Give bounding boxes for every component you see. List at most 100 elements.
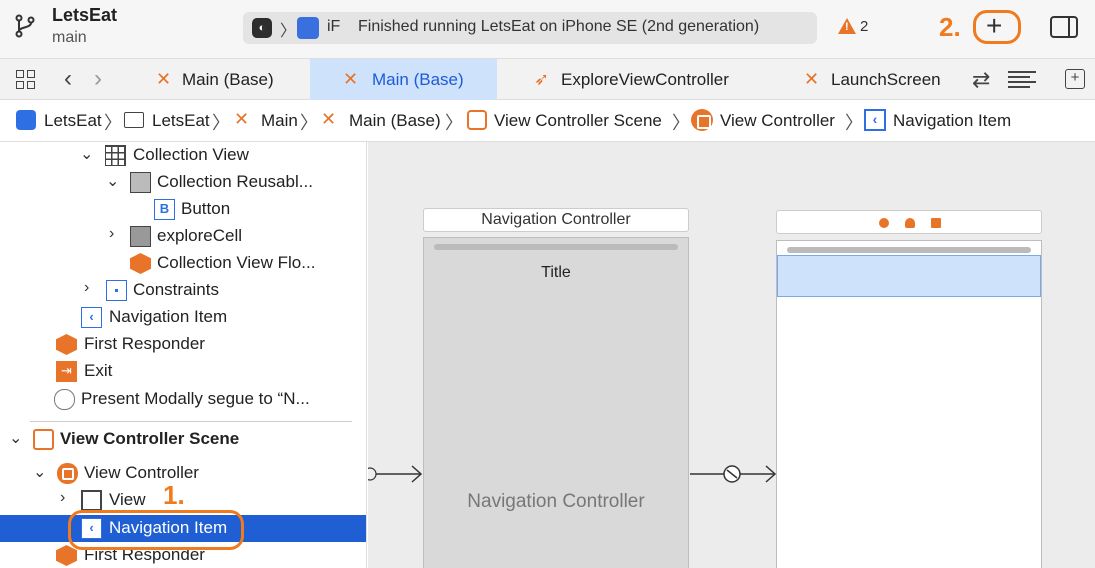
editor-tab-bar: ‹ › ✕ Main (Base) ✕ Main (Base) ➶ Explor… xyxy=(0,58,1095,100)
chevron-right-icon: 〉 xyxy=(445,113,463,133)
scene-icon xyxy=(467,110,487,130)
warnings-indicator[interactable]: ! 2 xyxy=(838,17,878,39)
scene-header-view-controller[interactable] xyxy=(776,210,1042,234)
tab-main-base-2[interactable]: ✕ Main (Base) xyxy=(310,59,497,100)
entry-point-arrow-icon xyxy=(368,465,423,483)
storyboard-icon: ✕ xyxy=(234,109,250,129)
jump-bar: LetsEat 〉 LetsEat 〉 ✕ Main 〉 ✕ Main (Bas… xyxy=(0,100,1095,142)
toolbar: LetsEat main ◐ 〉 iF Finished running Let… xyxy=(0,0,1095,58)
chevron-right-icon: 〉 xyxy=(300,113,318,133)
view-controller-icon[interactable] xyxy=(879,218,889,228)
app-icon[interactable] xyxy=(297,17,319,39)
nav-bar-title[interactable]: Title xyxy=(424,264,688,282)
breadcrumb-scene[interactable]: View Controller Scene xyxy=(494,111,662,131)
annotation-step-1: 1. xyxy=(163,480,185,510)
reusable-view-icon xyxy=(130,172,151,193)
annotation-highlight xyxy=(68,510,244,550)
branch-icon[interactable] xyxy=(14,14,36,38)
disclosure-expanded-icon[interactable]: ⌄ xyxy=(33,462,46,482)
outline-row-button[interactable]: B Button xyxy=(0,196,366,223)
disclosure-collapsed-icon[interactable]: › xyxy=(60,489,65,507)
breadcrumb-view-controller[interactable]: View Controller xyxy=(720,111,835,131)
outline-row-segue[interactable]: Present Modally segue to “N... xyxy=(0,386,366,413)
view-controller-icon xyxy=(691,109,713,131)
forward-chevron-icon[interactable]: › xyxy=(94,65,102,93)
chevron-right-icon: 〉 xyxy=(104,113,122,133)
storyboard-icon: ✕ xyxy=(156,69,172,89)
tab-main-base-1[interactable]: ✕ Main (Base) xyxy=(124,59,310,100)
status-message: Finished running LetsEat on iPhone SE (2… xyxy=(358,18,760,35)
view-controller-icon xyxy=(57,463,78,484)
navigation-item-icon: ‹ xyxy=(81,307,102,328)
inspector-toggle-icon[interactable] xyxy=(1050,16,1078,38)
relationship-segue-icon[interactable] xyxy=(690,464,780,484)
collection-view-icon xyxy=(105,145,126,166)
scheme-icon[interactable]: ◐ xyxy=(252,18,272,38)
outline-row-constraints[interactable]: › Constraints xyxy=(0,277,366,304)
scene-header-navigation-controller[interactable]: Navigation Controller xyxy=(423,208,689,232)
first-responder-icon[interactable] xyxy=(905,218,915,228)
outline-row-first-responder[interactable]: First Responder xyxy=(0,331,366,358)
navigation-controller-scene[interactable]: Title Navigation Controller xyxy=(423,237,689,568)
folder-icon xyxy=(124,112,144,128)
chevron-right-icon: 〉 xyxy=(280,23,297,40)
scene-icon xyxy=(33,429,54,450)
disclosure-expanded-icon[interactable]: ⌄ xyxy=(106,171,119,191)
editor-options-icon[interactable] xyxy=(1008,71,1036,89)
add-editor-icon[interactable]: + xyxy=(1065,69,1085,89)
activity-status[interactable]: ◐ 〉 iF Finished running LetsEat on iPhon… xyxy=(243,12,817,44)
chevron-right-icon: 〉 xyxy=(845,113,863,133)
button-icon: B xyxy=(154,199,175,220)
selected-navigation-item[interactable] xyxy=(777,255,1041,297)
outline-row-exit[interactable]: ⇥ Exit xyxy=(0,358,366,385)
storyboard-icon: ✕ xyxy=(321,109,337,129)
outline-row-flow-layout[interactable]: Collection View Flo... xyxy=(0,250,366,277)
breadcrumb-main[interactable]: Main xyxy=(261,111,298,131)
storyboard-icon: ✕ xyxy=(343,69,359,89)
breadcrumb-navigation-item[interactable]: Navigation Item xyxy=(893,111,1011,131)
navigation-item-icon: ‹ xyxy=(864,109,886,131)
outline-row-collection-reusable[interactable]: ⌄ Collection Reusabl... xyxy=(0,169,366,196)
disclosure-collapsed-icon[interactable]: › xyxy=(109,225,114,243)
disclosure-expanded-icon[interactable]: ⌄ xyxy=(80,144,93,164)
plus-icon: + xyxy=(986,10,1003,41)
outline-row-navigation-item[interactable]: ‹ Navigation Item xyxy=(0,304,366,331)
view-controller-scene[interactable] xyxy=(776,240,1042,568)
first-responder-icon xyxy=(56,334,77,355)
project-name[interactable]: LetsEat xyxy=(52,5,117,26)
disclosure-collapsed-icon[interactable]: › xyxy=(84,279,89,297)
flow-layout-icon xyxy=(130,253,151,274)
disclosure-expanded-icon[interactable]: ⌄ xyxy=(9,428,22,448)
storyboard-canvas[interactable]: Navigation Controller Title Navigation C… xyxy=(368,142,1095,568)
branch-name[interactable]: main xyxy=(52,29,87,47)
app-icon xyxy=(16,110,36,130)
segue-icon xyxy=(54,389,75,410)
cell-icon xyxy=(130,226,151,247)
navigation-controller-label: Navigation Controller xyxy=(467,491,645,512)
chevron-right-icon: 〉 xyxy=(212,113,230,133)
outline-row-explore-cell[interactable]: › exploreCell xyxy=(0,223,366,250)
breadcrumb-project[interactable]: LetsEat xyxy=(44,111,102,131)
scene-divider xyxy=(30,421,352,422)
back-chevron-icon[interactable]: ‹ xyxy=(64,65,72,93)
tab-launch-screen[interactable]: ✕ LaunchScreen xyxy=(770,59,960,100)
outline-row-view-controller-scene[interactable]: ⌄ View Controller Scene xyxy=(0,426,366,453)
annotation-step-2: 2. xyxy=(939,12,961,42)
exit-icon[interactable] xyxy=(931,218,941,228)
outline-row-collection-view[interactable]: ⌄ Collection View xyxy=(0,142,366,169)
run-destination[interactable]: iF xyxy=(327,18,340,36)
library-add-button[interactable]: + xyxy=(973,10,1021,44)
first-responder-icon xyxy=(56,545,77,566)
constraints-icon xyxy=(106,280,127,301)
status-bar xyxy=(787,247,1031,253)
tab-explore-view-controller[interactable]: ➶ ExploreViewController xyxy=(497,59,767,100)
warnings-count: 2 xyxy=(860,18,869,35)
exit-icon: ⇥ xyxy=(56,361,77,382)
status-bar xyxy=(434,244,678,250)
breadcrumb-group[interactable]: LetsEat xyxy=(152,111,210,131)
swift-icon: ➶ xyxy=(534,69,550,89)
chevron-right-icon: 〉 xyxy=(672,113,690,133)
breadcrumb-main-base[interactable]: Main (Base) xyxy=(349,111,441,131)
related-items-icon[interactable] xyxy=(16,70,36,90)
swap-icon[interactable]: ⇄ xyxy=(972,67,990,93)
